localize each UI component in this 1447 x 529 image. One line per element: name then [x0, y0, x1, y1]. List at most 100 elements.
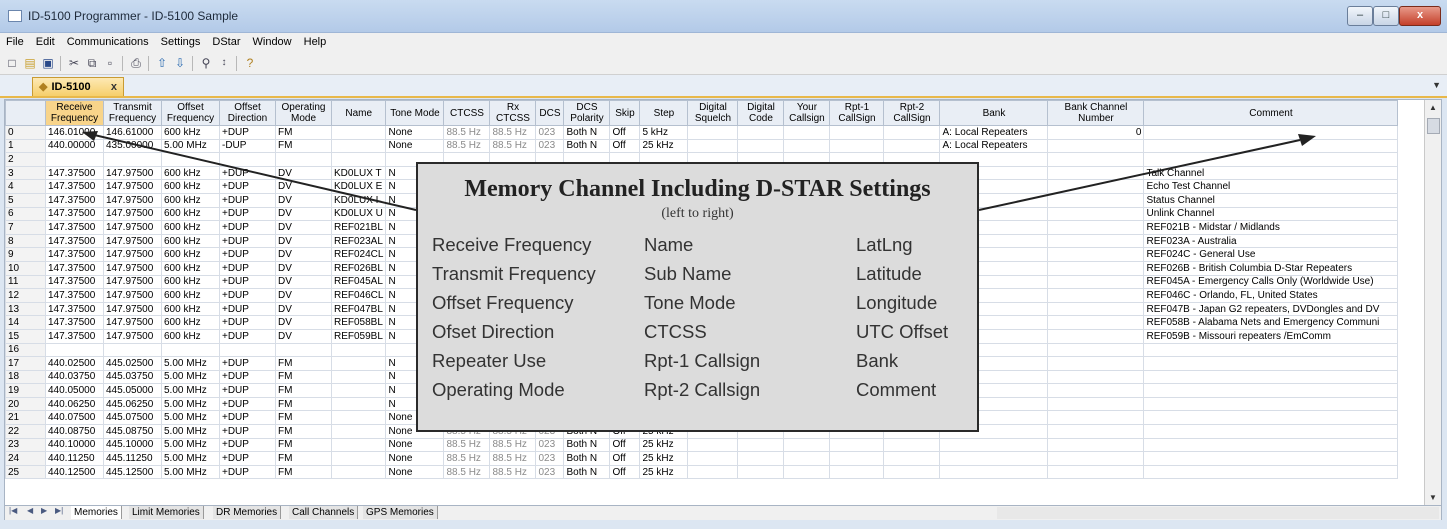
grid-cell[interactable]	[883, 125, 941, 140]
prev-sheet-icon[interactable]: ◀	[27, 506, 33, 515]
grid-cell[interactable]: FM	[275, 464, 332, 480]
column-header[interactable]: Offset Direction	[219, 100, 276, 126]
grid-cell[interactable]: 440.06250	[45, 396, 104, 412]
grid-cell[interactable]: 445.10000	[103, 437, 162, 453]
grid-cell[interactable]: 440.10000	[45, 437, 104, 453]
grid-cell[interactable]: DV	[275, 288, 332, 303]
grid-cell[interactable]	[687, 451, 739, 466]
grid-cell[interactable]	[1143, 424, 1399, 439]
print-icon[interactable]: ⎙	[128, 55, 144, 71]
column-header[interactable]: Bank Channel Number	[1047, 100, 1145, 126]
grid-cell[interactable]: 147.97500	[103, 192, 162, 208]
grid-cell[interactable]: 147.37500	[45, 247, 104, 262]
grid-cell[interactable]: REF059B - Missouri repeaters /EmComm	[1143, 328, 1399, 344]
next-sheet-icon[interactable]: ▶	[41, 506, 47, 515]
grid-cell[interactable]	[687, 437, 739, 453]
maximize-button[interactable]: □	[1373, 6, 1399, 26]
open-icon[interactable]: ▤	[22, 55, 38, 71]
grid-cell[interactable]	[1047, 424, 1145, 439]
menu-help[interactable]: Help	[298, 33, 333, 48]
column-header[interactable]	[5, 100, 46, 126]
column-header[interactable]: Digital Code	[737, 100, 785, 126]
grid-cell[interactable]: 147.37500	[45, 328, 104, 344]
grid-cell[interactable]	[1143, 342, 1399, 358]
grid-cell[interactable]	[1143, 451, 1399, 466]
grid-cell[interactable]	[161, 342, 220, 358]
grid-cell[interactable]: 600 kHz	[161, 274, 220, 290]
table-row[interactable]: 25 440.12500 445.12500 5.00 MHz +DUP FM None 88…	[5, 464, 1399, 480]
grid-cell[interactable]	[103, 152, 162, 167]
grid-cell[interactable]: +DUP	[219, 356, 276, 371]
grid-cell[interactable]: FM	[275, 356, 332, 371]
grid-cell[interactable]	[1047, 410, 1145, 426]
grid-cell[interactable]	[1047, 247, 1145, 262]
new-icon[interactable]: □	[4, 55, 20, 71]
grid-cell[interactable]: REF026B - British Columbia D-Star Repeat…	[1143, 260, 1399, 276]
grid-cell[interactable]: 147.37500	[45, 179, 104, 194]
grid-cell[interactable]	[45, 342, 104, 358]
grid-cell[interactable]: 600 kHz	[161, 179, 220, 194]
grid-cell[interactable]: 023	[535, 451, 565, 466]
grid-cell[interactable]: REF047BL	[330, 301, 387, 317]
grid-cell[interactable]: 440.11250	[45, 451, 104, 466]
vertical-scrollbar[interactable]: ▲ ▼	[1424, 100, 1441, 506]
grid-cell[interactable]	[1143, 410, 1399, 426]
grid-cell[interactable]: 88.5 Hz	[489, 451, 537, 466]
grid-cell[interactable]: +DUP	[219, 369, 276, 385]
grid-cell[interactable]: Talk Channel	[1143, 165, 1399, 181]
grid-cell[interactable]: REF024CL	[330, 247, 387, 262]
grid-cell[interactable]: 600 kHz	[161, 125, 220, 140]
grid-cell[interactable]: +DUP	[219, 410, 276, 426]
grid-cell[interactable]: Status Channel	[1143, 192, 1399, 208]
column-header[interactable]: Step	[639, 100, 689, 126]
grid-cell[interactable]	[275, 152, 332, 167]
grid-cell[interactable]: 147.37500	[45, 274, 104, 290]
grid-cell[interactable]	[1047, 206, 1145, 222]
grid-cell[interactable]	[1143, 125, 1399, 140]
menu-settings[interactable]: Settings	[155, 33, 207, 48]
grid-cell[interactable]	[103, 342, 162, 358]
grid-cell[interactable]: Both N	[563, 451, 611, 466]
grid-cell[interactable]: Off	[609, 464, 641, 480]
grid-cell[interactable]: +DUP	[219, 437, 276, 453]
grid-cell[interactable]	[1143, 356, 1399, 371]
grid-cell[interactable]: FM	[275, 410, 332, 426]
grid-cell[interactable]: KD0LUX E	[330, 179, 387, 194]
grid-cell[interactable]: 5.00 MHz	[161, 383, 220, 398]
grid-cell[interactable]: 88.5 Hz	[443, 451, 491, 466]
last-sheet-icon[interactable]: ▶|	[55, 506, 63, 515]
grid-cell[interactable]	[783, 138, 831, 154]
grid-cell[interactable]: 147.97500	[103, 274, 162, 290]
grid-cell[interactable]	[829, 464, 885, 480]
grid-cell[interactable]: FM	[275, 125, 332, 140]
grid-cell[interactable]: +DUP	[219, 288, 276, 303]
column-header[interactable]: Offset Frequency	[161, 100, 220, 126]
grid-cell[interactable]: 147.37500	[45, 165, 104, 181]
sheet-tab-gps-memories[interactable]: GPS Memories	[363, 506, 438, 519]
grid-cell[interactable]	[1047, 315, 1145, 330]
grid-cell[interactable]: REF024C - General Use	[1143, 247, 1399, 262]
grid-cell[interactable]	[1047, 220, 1145, 235]
grid-cell[interactable]: +DUP	[219, 220, 276, 235]
grid-cell[interactable]: 147.97500	[103, 260, 162, 276]
tab-id5100-sample[interactable]: ◆ID-5100 Sample x	[32, 77, 124, 112]
grid-cell[interactable]: Echo Test Channel	[1143, 179, 1399, 194]
grid-cell[interactable]	[330, 138, 387, 154]
grid-cell[interactable]: 147.97500	[103, 328, 162, 344]
grid-cell[interactable]: None	[385, 138, 445, 154]
grid-cell[interactable]: REF046C - Orlando, FL, United States	[1143, 288, 1399, 303]
grid-cell[interactable]	[1047, 437, 1145, 453]
grid-cell[interactable]: 440.02500	[45, 356, 104, 371]
grid-cell[interactable]	[1047, 342, 1145, 358]
grid-cell[interactable]	[687, 464, 739, 480]
grid-cell[interactable]: KD0LUX I	[330, 192, 387, 208]
grid-cell[interactable]	[737, 464, 785, 480]
grid-cell[interactable]: +DUP	[219, 301, 276, 317]
grid-cell[interactable]	[1143, 437, 1399, 453]
grid-cell[interactable]: 5.00 MHz	[161, 369, 220, 385]
grid-cell[interactable]: 147.97500	[103, 206, 162, 222]
grid-cell[interactable]: 147.97500	[103, 301, 162, 317]
column-header[interactable]: DCS	[535, 100, 565, 126]
grid-cell[interactable]: 023	[535, 464, 565, 480]
grid-cell[interactable]	[1047, 301, 1145, 317]
